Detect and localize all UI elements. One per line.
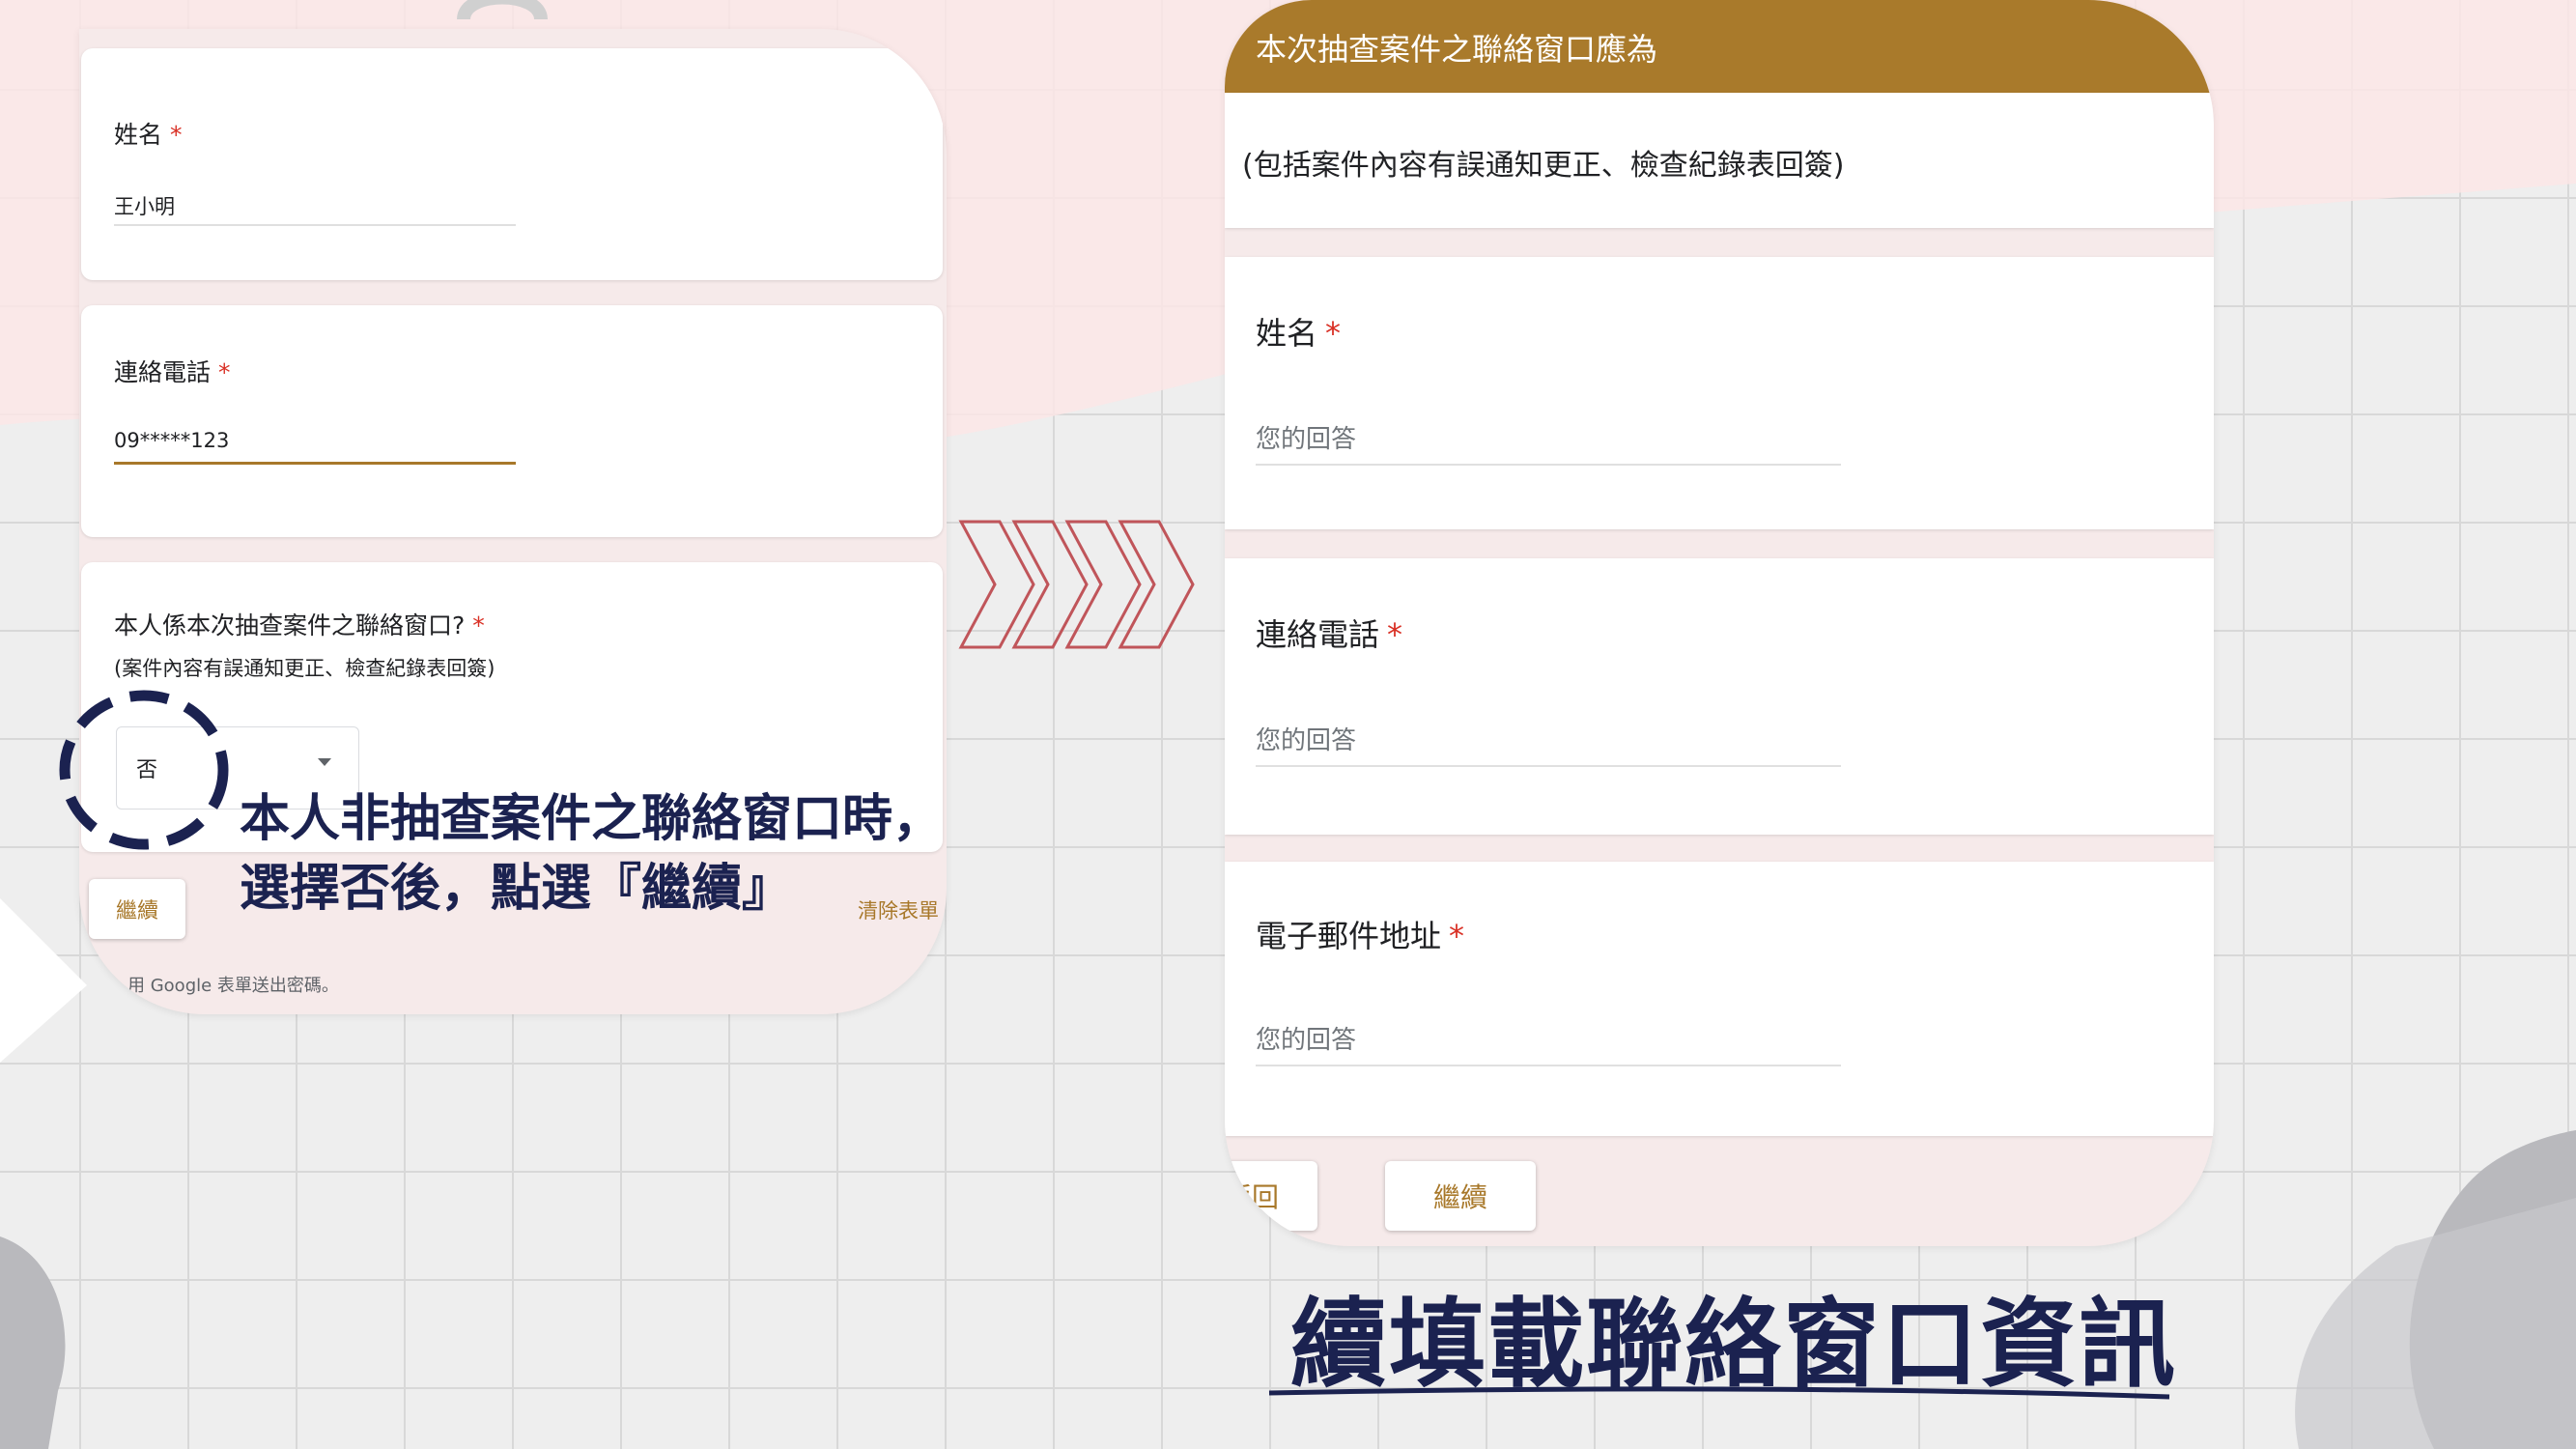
name-underline — [114, 224, 516, 226]
chevron-arrows-icon — [958, 520, 1195, 649]
right-phone-card: 連絡電話 * 您的回答 — [1225, 558, 2214, 835]
right-email-input[interactable]: 您的回答 — [1256, 1020, 1356, 1056]
chevron-down-icon — [318, 758, 331, 766]
form-header-title: 本次抽查案件之聯絡窗口應為 — [1256, 31, 1658, 68]
right-phone-label: 連絡電話 * — [1256, 616, 1403, 653]
right-name-input[interactable]: 您的回答 — [1256, 419, 1356, 455]
right-email-underline — [1256, 1065, 1841, 1066]
right-email-label: 電子郵件地址 * — [1256, 918, 1465, 954]
phone-underline — [114, 462, 516, 465]
header-note: (包括案件內容有誤通知更正、檢查紀錄表回簽) — [1242, 149, 1845, 183]
right-name-label: 姓名 * — [1256, 315, 1342, 352]
phone-question-card: 連絡電話 * 09*****123 — [81, 305, 943, 537]
right-phone-input[interactable]: 您的回答 — [1256, 721, 1356, 756]
right-form-panel: 本次抽查案件之聯絡窗口應為 (包括案件內容有誤通知更正、檢查紀錄表回簽) 姓名 *… — [1225, 0, 2214, 1246]
caption-underline — [1268, 1386, 2170, 1400]
callout-line-2: 選擇否後，點選『繼續』 — [240, 860, 793, 918]
header-note-card: (包括案件內容有誤通知更正、檢查紀錄表回簽) — [1225, 93, 2214, 228]
dashed-highlight-circle — [59, 690, 229, 850]
right-name-underline — [1256, 464, 1841, 466]
form-header-bar: 本次抽查案件之聯絡窗口應為 — [1225, 0, 2214, 93]
phone-value[interactable]: 09*****123 — [114, 429, 229, 452]
form-footer-text: 用 Google 表單送出密碼。 — [127, 976, 339, 996]
right-email-card: 電子郵件地址 * 您的回答 — [1225, 862, 2214, 1136]
callout-line-1: 本人非抽查案件之聯絡窗口時， — [240, 790, 944, 848]
name-value[interactable]: 王小明 — [114, 191, 175, 220]
right-name-card: 姓名 * 您的回答 — [1225, 257, 2214, 529]
name-question-card: 姓名 * 王小明 — [81, 48, 943, 280]
contact-question-note: (案件內容有誤通知更正、檢查紀錄表回簽) — [114, 657, 495, 680]
clear-form-link[interactable]: 清除表單 — [858, 895, 939, 924]
right-phone-underline — [1256, 765, 1841, 767]
right-continue-button[interactable]: 繼續 — [1385, 1161, 1536, 1231]
back-button[interactable]: 返回 — [1225, 1161, 1317, 1231]
phone-label: 連絡電話 * — [114, 358, 231, 386]
name-label: 姓名 * — [114, 121, 183, 149]
contact-question-label: 本人係本次抽查案件之聯絡窗口? * — [114, 611, 485, 639]
left-continue-button[interactable]: 繼續 — [89, 879, 185, 939]
